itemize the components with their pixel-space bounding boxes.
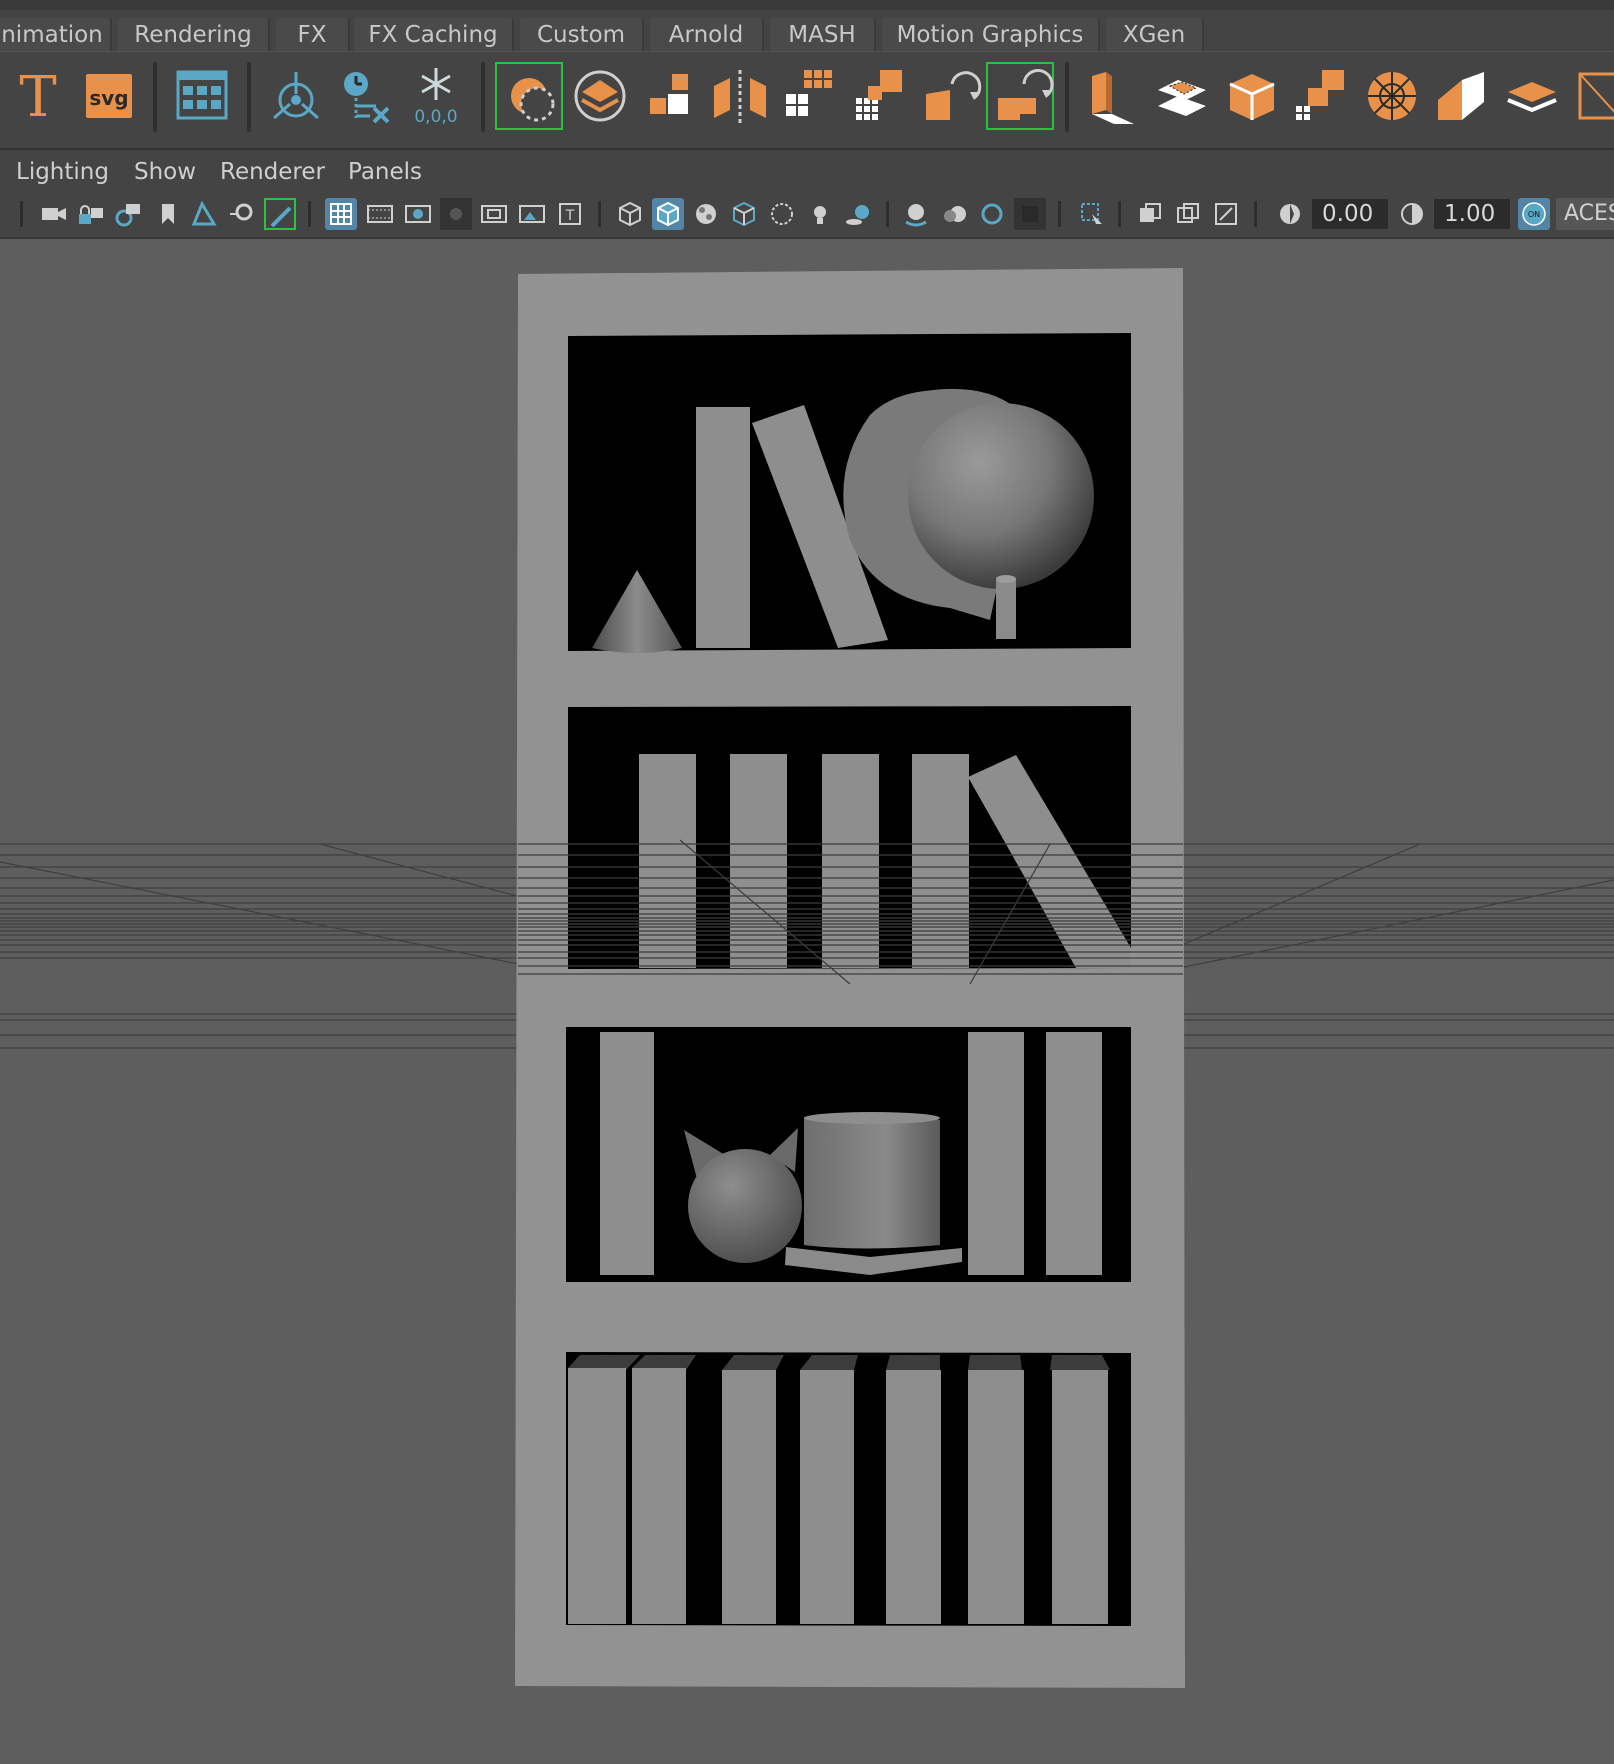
mirror-icon[interactable]	[706, 62, 774, 130]
bookcase	[515, 268, 1185, 1688]
shelf-tab-arnold[interactable]: Arnold	[650, 18, 764, 52]
isolate-select-icon[interactable]	[1076, 198, 1108, 230]
resolution-gate-icon[interactable]	[402, 198, 434, 230]
shelf-separator	[1065, 62, 1069, 132]
smooth-shade-icon[interactable]	[652, 198, 684, 230]
svg-text:T: T	[19, 65, 56, 130]
shelf-separator	[481, 62, 485, 132]
toolbar-separator	[308, 201, 311, 227]
toolbar-separator	[1058, 201, 1061, 227]
shelf-tab-animation[interactable]: nimation	[0, 18, 112, 52]
wireframe-icon[interactable]	[614, 198, 646, 230]
shelf-icon-bar: T svg 0,0,0	[0, 51, 1614, 148]
viewport-scene	[0, 268, 1614, 1688]
shelf-separator	[247, 62, 251, 132]
shelf-tab-bar: nimation Rendering FX FX Caching Custom …	[0, 0, 1614, 52]
anti-aliasing-icon[interactable]	[976, 198, 1008, 230]
toolbar-separator	[886, 201, 889, 227]
maya-window: nimation Rendering FX FX Caching Custom …	[0, 0, 1614, 1764]
exposure-field[interactable]: 0.00	[1312, 199, 1388, 229]
panel-menu-bar: Lighting Show Renderer Panels	[0, 148, 1614, 193]
motion-blur-icon[interactable]	[938, 198, 970, 230]
shelf-tab-mash[interactable]: MASH	[770, 18, 876, 52]
toolbar-separator	[20, 201, 23, 227]
shelf-bottom	[566, 1352, 1131, 1626]
xray-joints-icon[interactable]	[1210, 198, 1242, 230]
shelf-separator	[153, 62, 157, 132]
shelf-tab-fx-caching[interactable]: FX Caching	[354, 18, 514, 52]
svg-tool-icon[interactable]: svg	[74, 62, 142, 130]
toolbar-separator	[1254, 201, 1257, 227]
safe-action-icon[interactable]	[516, 198, 548, 230]
image-plane-icon[interactable]	[188, 198, 220, 230]
shelf-third	[566, 1027, 1131, 1282]
field-chart-icon[interactable]	[478, 198, 510, 230]
2d-pan-zoom-icon[interactable]	[226, 198, 258, 230]
toolbar-separator	[598, 201, 601, 227]
xray-icon[interactable]	[1134, 198, 1166, 230]
textured-icon[interactable]	[766, 198, 798, 230]
svg-text:0,0,0: 0,0,0	[414, 107, 457, 127]
bridge-icon[interactable]	[1148, 62, 1216, 130]
polygon-cube-icon[interactable]	[1428, 62, 1496, 130]
shadows-icon[interactable]	[842, 198, 874, 230]
shelf-top	[568, 333, 1131, 653]
depth-of-field-icon[interactable]	[1014, 198, 1046, 230]
shelf-tab-fx[interactable]: FX	[276, 18, 350, 52]
shelf-second	[568, 706, 1131, 969]
svg-text:T: T	[565, 208, 575, 224]
menu-show[interactable]: Show	[134, 158, 196, 186]
remesh-icon[interactable]	[916, 62, 984, 130]
safe-title-icon[interactable]: T	[554, 198, 586, 230]
svg-text:ON: ON	[1528, 210, 1540, 219]
film-gate-icon[interactable]	[364, 198, 396, 230]
text-tool-icon[interactable]: T	[4, 62, 72, 130]
shelf-tab-rendering[interactable]: Rendering	[118, 18, 270, 52]
wireframe-on-shaded-icon[interactable]	[728, 198, 760, 230]
retopology-icon[interactable]	[986, 62, 1054, 130]
extrude-icon[interactable]	[1078, 62, 1146, 130]
pivot-icon[interactable]	[262, 62, 330, 130]
lock-camera-icon[interactable]	[75, 198, 107, 230]
gamma-field[interactable]: 1.00	[1434, 199, 1510, 229]
xray-active-components-icon[interactable]	[1172, 198, 1204, 230]
combine-icon[interactable]	[1288, 62, 1356, 130]
panel-toolbar: T 0.00 1.00 ON ACES	[0, 193, 1614, 239]
bevel-icon[interactable]	[1218, 62, 1286, 130]
freeze-transforms-icon[interactable]: 0,0,0	[402, 62, 470, 130]
gate-mask-icon[interactable]	[440, 198, 472, 230]
bounding-box-icon[interactable]	[1570, 62, 1614, 130]
shelf-tab-xgen[interactable]: XGen	[1106, 18, 1204, 52]
reduce-icon[interactable]	[846, 62, 914, 130]
select-camera-icon[interactable]	[38, 198, 70, 230]
default-material-icon[interactable]	[690, 198, 722, 230]
use-all-lights-icon[interactable]	[804, 198, 836, 230]
screen-space-ao-icon[interactable]	[900, 198, 932, 230]
grid-toggle-icon[interactable]	[325, 198, 357, 230]
gamma-icon[interactable]	[1396, 198, 1428, 230]
content-browser-icon[interactable]	[168, 62, 236, 130]
smooth-icon[interactable]	[776, 62, 844, 130]
plane-stack-icon[interactable]	[1498, 62, 1566, 130]
svg-text:svg: svg	[89, 86, 128, 110]
exposure-icon[interactable]	[1274, 198, 1306, 230]
separate-icon[interactable]	[636, 62, 704, 130]
menu-panels[interactable]: Panels	[348, 158, 422, 186]
color-space-button[interactable]: ACES	[1556, 198, 1614, 230]
shelf-tab-motion-graphics[interactable]: Motion Graphics	[882, 18, 1100, 52]
color-management-toggle[interactable]: ON	[1518, 198, 1550, 230]
polygon-sphere-icon[interactable]	[1358, 62, 1426, 130]
bookmark-icon[interactable]	[152, 198, 184, 230]
camera-attributes-icon[interactable]	[112, 198, 144, 230]
delete-history-icon[interactable]	[332, 62, 400, 130]
shelf-tab-custom[interactable]: Custom	[520, 18, 644, 52]
menu-lighting[interactable]: Lighting	[16, 158, 109, 186]
layered-texture-icon[interactable]	[566, 62, 634, 130]
sculpt-geometry-icon[interactable]	[495, 62, 563, 130]
perspective-viewport[interactable]	[0, 240, 1614, 1764]
menu-renderer[interactable]: Renderer	[220, 158, 325, 186]
grease-pencil-icon[interactable]	[264, 198, 296, 230]
toolbar-separator	[1118, 201, 1121, 227]
